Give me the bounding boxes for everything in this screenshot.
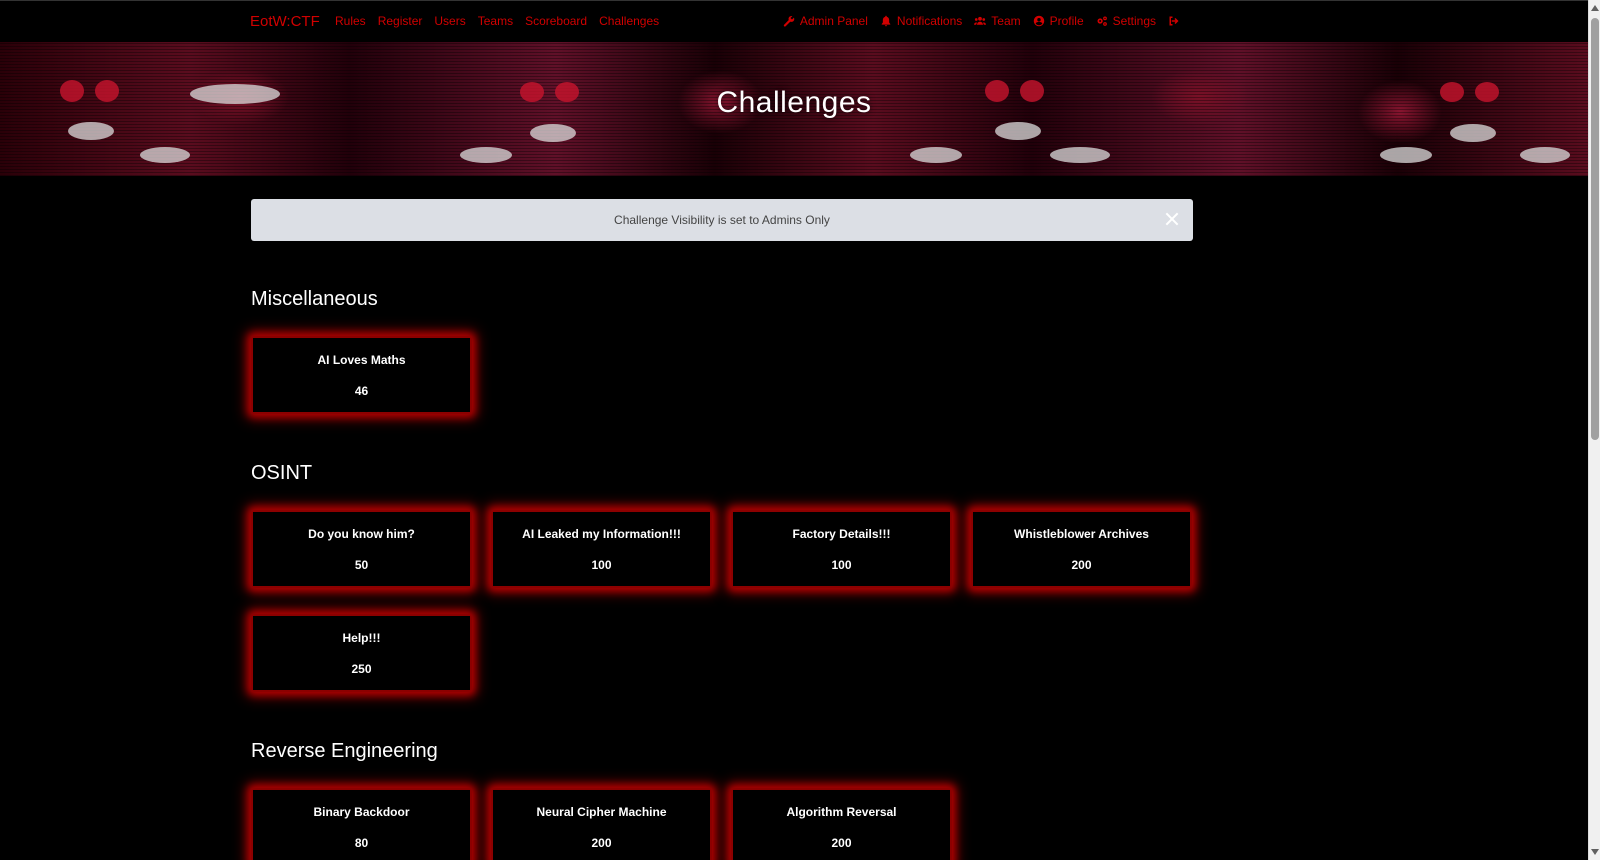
challenge-name: AI Loves Maths <box>317 352 406 367</box>
challenge-value: 200 <box>1071 557 1092 572</box>
top-navbar: EotW:CTF Rules Register Users Teams Scor… <box>0 0 1588 42</box>
wrench-icon <box>783 15 795 27</box>
nav-link-teams[interactable]: Teams <box>478 14 513 28</box>
scroll-up-arrow-icon[interactable] <box>1591 5 1599 11</box>
page-scrollbar[interactable] <box>1588 0 1600 860</box>
challenge-value: 46 <box>354 383 369 398</box>
nav-link-challenges[interactable]: Challenges <box>599 14 659 28</box>
nav-link-rules[interactable]: Rules <box>335 14 366 28</box>
challenge-name: AI Leaked my Information!!! <box>522 526 681 541</box>
challenge-card[interactable]: Help!!! 250 <box>251 614 472 692</box>
admin-panel-label: Admin Panel <box>799 14 868 28</box>
user-circle-icon <box>1033 15 1044 27</box>
banner-decoration <box>910 147 962 163</box>
nav-link-scoreboard[interactable]: Scoreboard <box>525 14 587 28</box>
challenge-card[interactable]: AI Loves Maths 46 <box>251 336 472 414</box>
banner-decoration <box>140 147 190 163</box>
banner-decoration <box>1450 124 1496 142</box>
challenge-value: 100 <box>831 557 852 572</box>
challenge-card[interactable]: AI Leaked my Information!!! 100 <box>491 510 712 588</box>
challenge-value: 80 <box>354 835 369 850</box>
cogs-icon <box>1097 16 1107 26</box>
challenge-value: 250 <box>351 661 372 676</box>
challenge-name: Algorithm Reversal <box>786 804 897 819</box>
challenge-card[interactable]: Whistleblower Archives 200 <box>971 510 1192 588</box>
profile-label: Profile <box>1049 14 1084 28</box>
banner-decoration <box>1380 147 1432 163</box>
nav-link-profile[interactable]: Profile <box>1033 14 1084 28</box>
banner-decoration <box>1050 147 1110 163</box>
nav-link-users[interactable]: Users <box>434 14 465 28</box>
notifications-label: Notifications <box>896 14 963 28</box>
banner-decoration <box>1520 147 1570 163</box>
challenge-card[interactable]: Algorithm Reversal 200 <box>731 788 952 860</box>
visibility-alert: Challenge Visibility is set to Admins On… <box>251 199 1193 241</box>
team-label: Team <box>991 14 1021 28</box>
challenge-value: 200 <box>591 835 612 850</box>
challenge-name: Help!!! <box>342 630 381 645</box>
page-title: Challenges <box>716 86 872 119</box>
challenge-card[interactable]: Binary Backdoor 80 <box>251 788 472 860</box>
nav-link-notifications[interactable]: Notifications <box>880 14 962 28</box>
category-title-miscellaneous: Miscellaneous <box>251 288 378 310</box>
challenge-card[interactable]: Neural Cipher Machine 200 <box>491 788 712 860</box>
nav-left-links: Rules Register Users Teams Scoreboard Ch… <box>335 14 659 28</box>
challenge-card[interactable]: Factory Details!!! 100 <box>731 510 952 588</box>
challenges-banner: Challenges <box>0 42 1588 176</box>
nav-link-admin-panel[interactable]: Admin Panel <box>783 14 868 28</box>
nav-link-logout[interactable] <box>1168 15 1180 27</box>
alert-message: Challenge Visibility is set to Admins On… <box>614 213 830 227</box>
challenge-name: Binary Backdoor <box>313 804 410 819</box>
settings-label: Settings <box>1112 14 1156 28</box>
close-icon[interactable] <box>1163 210 1181 228</box>
brand-logo-link[interactable]: EotW:CTF <box>250 13 320 30</box>
category-title-osint: OSINT <box>251 462 313 484</box>
banner-decoration <box>530 124 576 142</box>
banner-decoration <box>68 122 114 140</box>
nav-link-register[interactable]: Register <box>378 14 423 28</box>
challenge-name: Neural Cipher Machine <box>536 804 667 819</box>
challenge-value: 100 <box>591 557 612 572</box>
challenge-card[interactable]: Do you know him? 50 <box>251 510 472 588</box>
nav-link-team[interactable]: Team <box>974 14 1021 28</box>
bell-icon <box>881 15 891 27</box>
challenge-name: Do you know him? <box>308 526 415 541</box>
challenge-value: 200 <box>831 835 852 850</box>
logout-icon <box>1169 16 1179 26</box>
challenge-name: Factory Details!!! <box>792 526 891 541</box>
nav-link-settings[interactable]: Settings <box>1096 14 1156 28</box>
users-icon <box>974 16 987 25</box>
challenge-name: Whistleblower Archives <box>1014 526 1149 541</box>
category-title-reverse-engineering: Reverse Engineering <box>251 740 438 762</box>
challenge-value: 50 <box>354 557 369 572</box>
nav-right-links: Admin Panel Notifications Team Profile S… <box>783 14 1180 28</box>
scrollbar-thumb[interactable] <box>1591 18 1599 440</box>
scroll-down-arrow-icon[interactable] <box>1591 849 1599 855</box>
banner-decoration <box>460 147 512 163</box>
banner-decoration <box>995 122 1041 140</box>
